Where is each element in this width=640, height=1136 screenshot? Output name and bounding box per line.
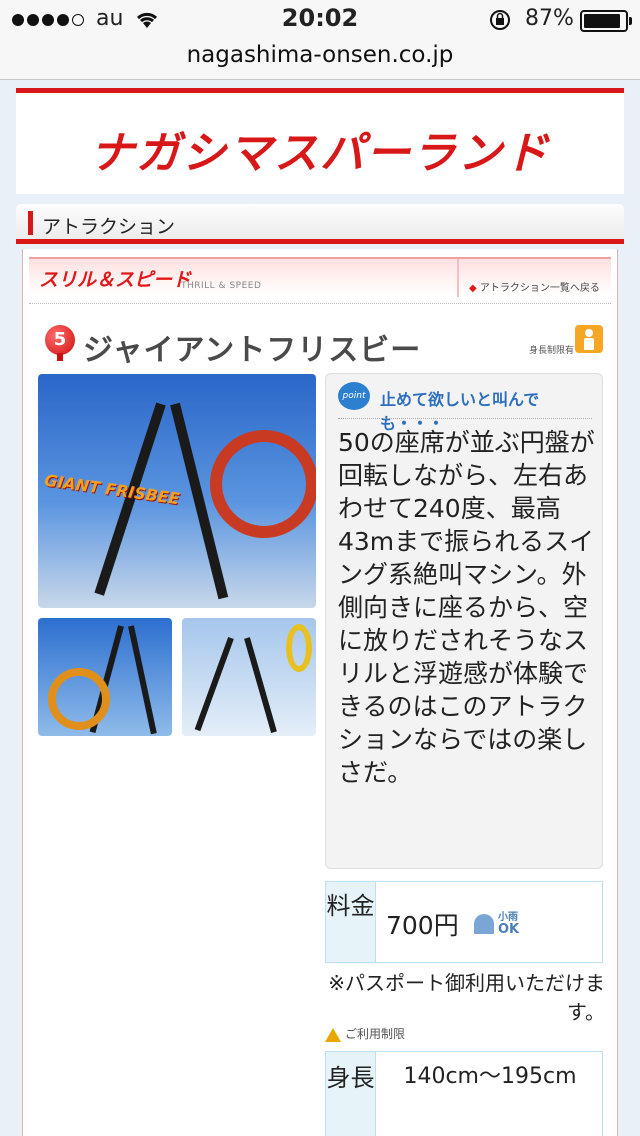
price-table: 料金 700円 小雨 OK	[325, 881, 603, 963]
height-limit-label: 身長制限有	[529, 346, 575, 356]
description-text: 50の座席が並ぶ円盤が回転しながら、左右あわせて240度、最高43mまで振られる…	[338, 428, 595, 787]
height-table: 身長 140cm〜195cm	[325, 1051, 603, 1136]
rotation-lock-icon	[488, 8, 512, 36]
site-header: ナガシマスパーランド	[16, 88, 624, 194]
attraction-title: ジャイアントフリスビー	[83, 333, 422, 368]
badge-tail	[57, 353, 63, 361]
category-label: スリル＆スピード	[39, 269, 192, 291]
attraction-number-badge: 5	[45, 325, 75, 355]
frisbee-disc	[286, 624, 312, 672]
category-bar: スリル＆スピード THRILL & SPEED ◆ アトラクション一覧へ戻る	[29, 257, 611, 297]
url-text: nagashima-onsen.co.jp	[186, 42, 454, 68]
attraction-main-photo[interactable]: GIANT FRISBEE	[38, 374, 316, 608]
back-arrow-icon: ◆	[469, 283, 477, 294]
back-link-label: アトラクション一覧へ戻る	[479, 283, 600, 294]
dotted-divider	[338, 418, 592, 419]
back-to-list-link[interactable]: ◆ アトラクション一覧へ戻る	[469, 279, 600, 294]
attraction-thumbnail-1[interactable]	[38, 618, 172, 736]
price-value: 700円	[386, 911, 459, 940]
height-value: 140cm〜195cm	[403, 1064, 577, 1089]
description-box: point 止めて欲しいと叫んでも・・・ 50の座席が並ぶ円盤が回転しながら、左…	[325, 373, 603, 869]
site-logo[interactable]: ナガシマスパーランド	[16, 117, 624, 181]
height-header: 身長	[326, 1052, 376, 1136]
attraction-thumbnail-2[interactable]	[182, 618, 316, 736]
frame-leg	[244, 637, 277, 734]
section-heading: アトラクション	[16, 204, 624, 244]
category-label-en: THRILL & SPEED	[181, 281, 262, 291]
restrictions-heading: ご利用制限	[325, 1025, 405, 1042]
section-title: アトラクション	[42, 216, 176, 238]
giant-frisbee-sign: GIANT FRISBEE	[43, 470, 181, 509]
restrictions-heading-label: ご利用制限	[345, 1027, 406, 1041]
battery-icon	[580, 10, 632, 32]
light-rain-ok: 小雨 OK	[474, 912, 520, 937]
dotted-divider	[29, 303, 611, 304]
frame-leg	[128, 625, 157, 735]
divider	[457, 259, 459, 297]
umbrella-icon	[474, 914, 494, 934]
address-bar[interactable]: nagashima-onsen.co.jp	[0, 40, 640, 80]
frisbee-disc	[210, 430, 316, 538]
battery-percent: 87%	[525, 6, 574, 31]
section-marker	[28, 211, 33, 235]
rain-ok-label: OK	[498, 922, 520, 937]
attraction-content: スリル＆スピード THRILL & SPEED ◆ アトラクション一覧へ戻る 5…	[22, 249, 618, 1136]
point-badge: point	[338, 382, 370, 410]
status-bar: au 20:02 87%	[0, 0, 640, 40]
price-header: 料金	[326, 882, 376, 962]
height-limit-icon	[575, 325, 603, 353]
frisbee-disc	[48, 668, 110, 730]
passport-note: ※パスポート御利用いただけます。	[328, 971, 605, 1024]
warning-icon	[325, 1027, 341, 1042]
frame-leg	[194, 636, 234, 732]
